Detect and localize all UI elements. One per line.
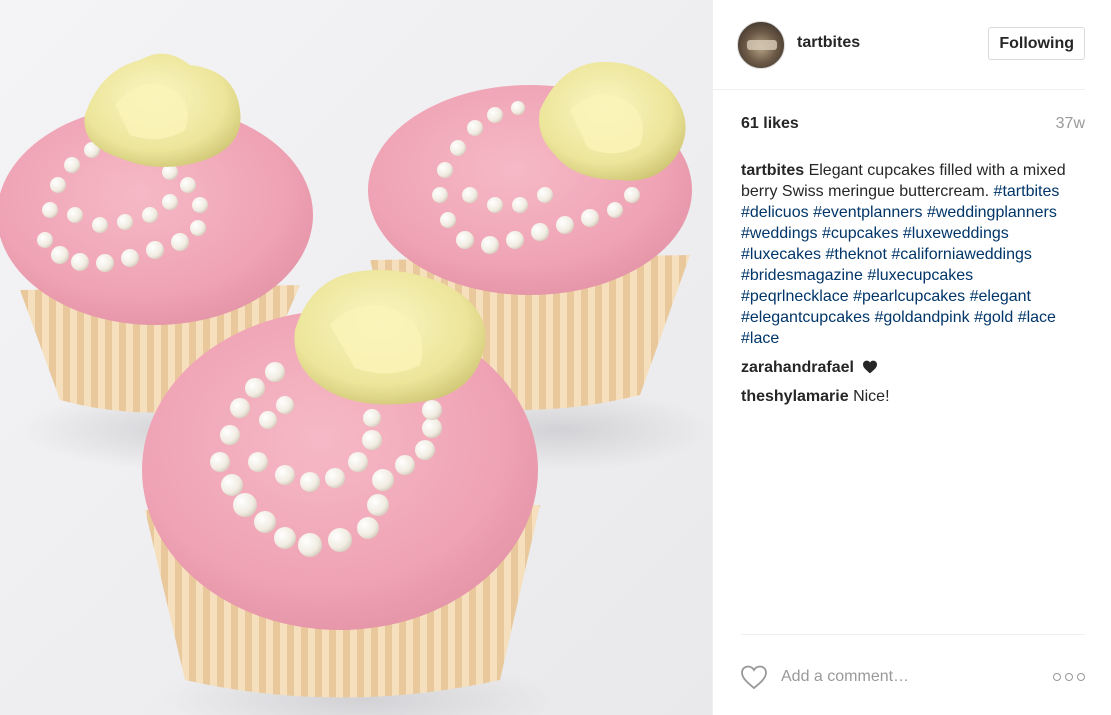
dot-icon xyxy=(1065,673,1073,681)
hashtag-link[interactable]: #theknot xyxy=(826,246,887,263)
comment-footer xyxy=(741,634,1085,715)
hashtag-link[interactable]: #weddings xyxy=(741,225,818,242)
hashtag-link[interactable]: #goldandpink xyxy=(874,309,969,326)
hashtag-link[interactable]: #bridesmagazine xyxy=(741,267,863,284)
hashtag-link[interactable]: #pearlcupcakes xyxy=(853,288,965,305)
comment-author[interactable]: zarahandrafael xyxy=(741,359,854,376)
hashtag-link[interactable]: #californiaweddings xyxy=(891,246,1032,263)
hashtag-link[interactable]: #weddingplanners xyxy=(927,204,1057,221)
comments-list: tartbites Elegant cupcakes filled with a… xyxy=(741,160,1085,415)
caption-author[interactable]: tartbites xyxy=(741,162,804,179)
hashtag-link[interactable]: #lace xyxy=(741,330,779,347)
hashtag-link[interactable]: #luxecupcakes xyxy=(867,267,973,284)
post-photo[interactable] xyxy=(0,0,712,715)
hashtag-link[interactable]: #lace xyxy=(1018,309,1056,326)
more-options-icon[interactable] xyxy=(1053,665,1085,689)
following-button[interactable]: Following xyxy=(988,27,1085,60)
post-stats: 61 likes 37w xyxy=(741,115,1085,133)
black-heart-icon xyxy=(863,360,878,374)
hashtag-list: #tartbites #delicuos #eventplanners #wed… xyxy=(741,183,1059,347)
caption: tartbites Elegant cupcakes filled with a… xyxy=(741,160,1085,349)
post-header: tartbites Following xyxy=(713,0,1085,90)
heart-outline-icon[interactable] xyxy=(739,663,769,691)
username[interactable]: tartbites xyxy=(797,34,860,52)
comment-text: Nice! xyxy=(853,388,890,405)
hashtag-link[interactable]: #tartbites xyxy=(994,183,1060,200)
hashtag-link[interactable]: #luxecakes xyxy=(741,246,821,263)
dot-icon xyxy=(1053,673,1061,681)
post-timestamp[interactable]: 37w xyxy=(1056,115,1085,133)
hashtag-link[interactable]: #gold xyxy=(974,309,1013,326)
hashtag-link[interactable]: #elegant xyxy=(970,288,1031,305)
comment-author[interactable]: theshylamarie xyxy=(741,388,849,405)
comment-item: theshylamarie Nice! xyxy=(741,386,1085,407)
hashtag-link[interactable]: #elegantcupcakes xyxy=(741,309,870,326)
dot-icon xyxy=(1077,673,1085,681)
cupcakes-illustration xyxy=(0,53,710,715)
comment-input[interactable] xyxy=(781,663,1031,691)
post-sidebar: tartbites Following 61 likes 37w tartbit… xyxy=(712,0,1111,715)
hashtag-link[interactable]: #luxeweddings xyxy=(903,225,1009,242)
likes-count[interactable]: 61 likes xyxy=(741,115,799,133)
avatar[interactable] xyxy=(737,20,785,69)
hashtag-link[interactable]: #peqrlnecklace xyxy=(741,288,849,305)
hashtag-link[interactable]: #delicuos xyxy=(741,204,809,221)
hashtag-link[interactable]: #eventplanners xyxy=(813,204,922,221)
comment-item: zarahandrafael xyxy=(741,357,1085,378)
hashtag-link[interactable]: #cupcakes xyxy=(822,225,899,242)
